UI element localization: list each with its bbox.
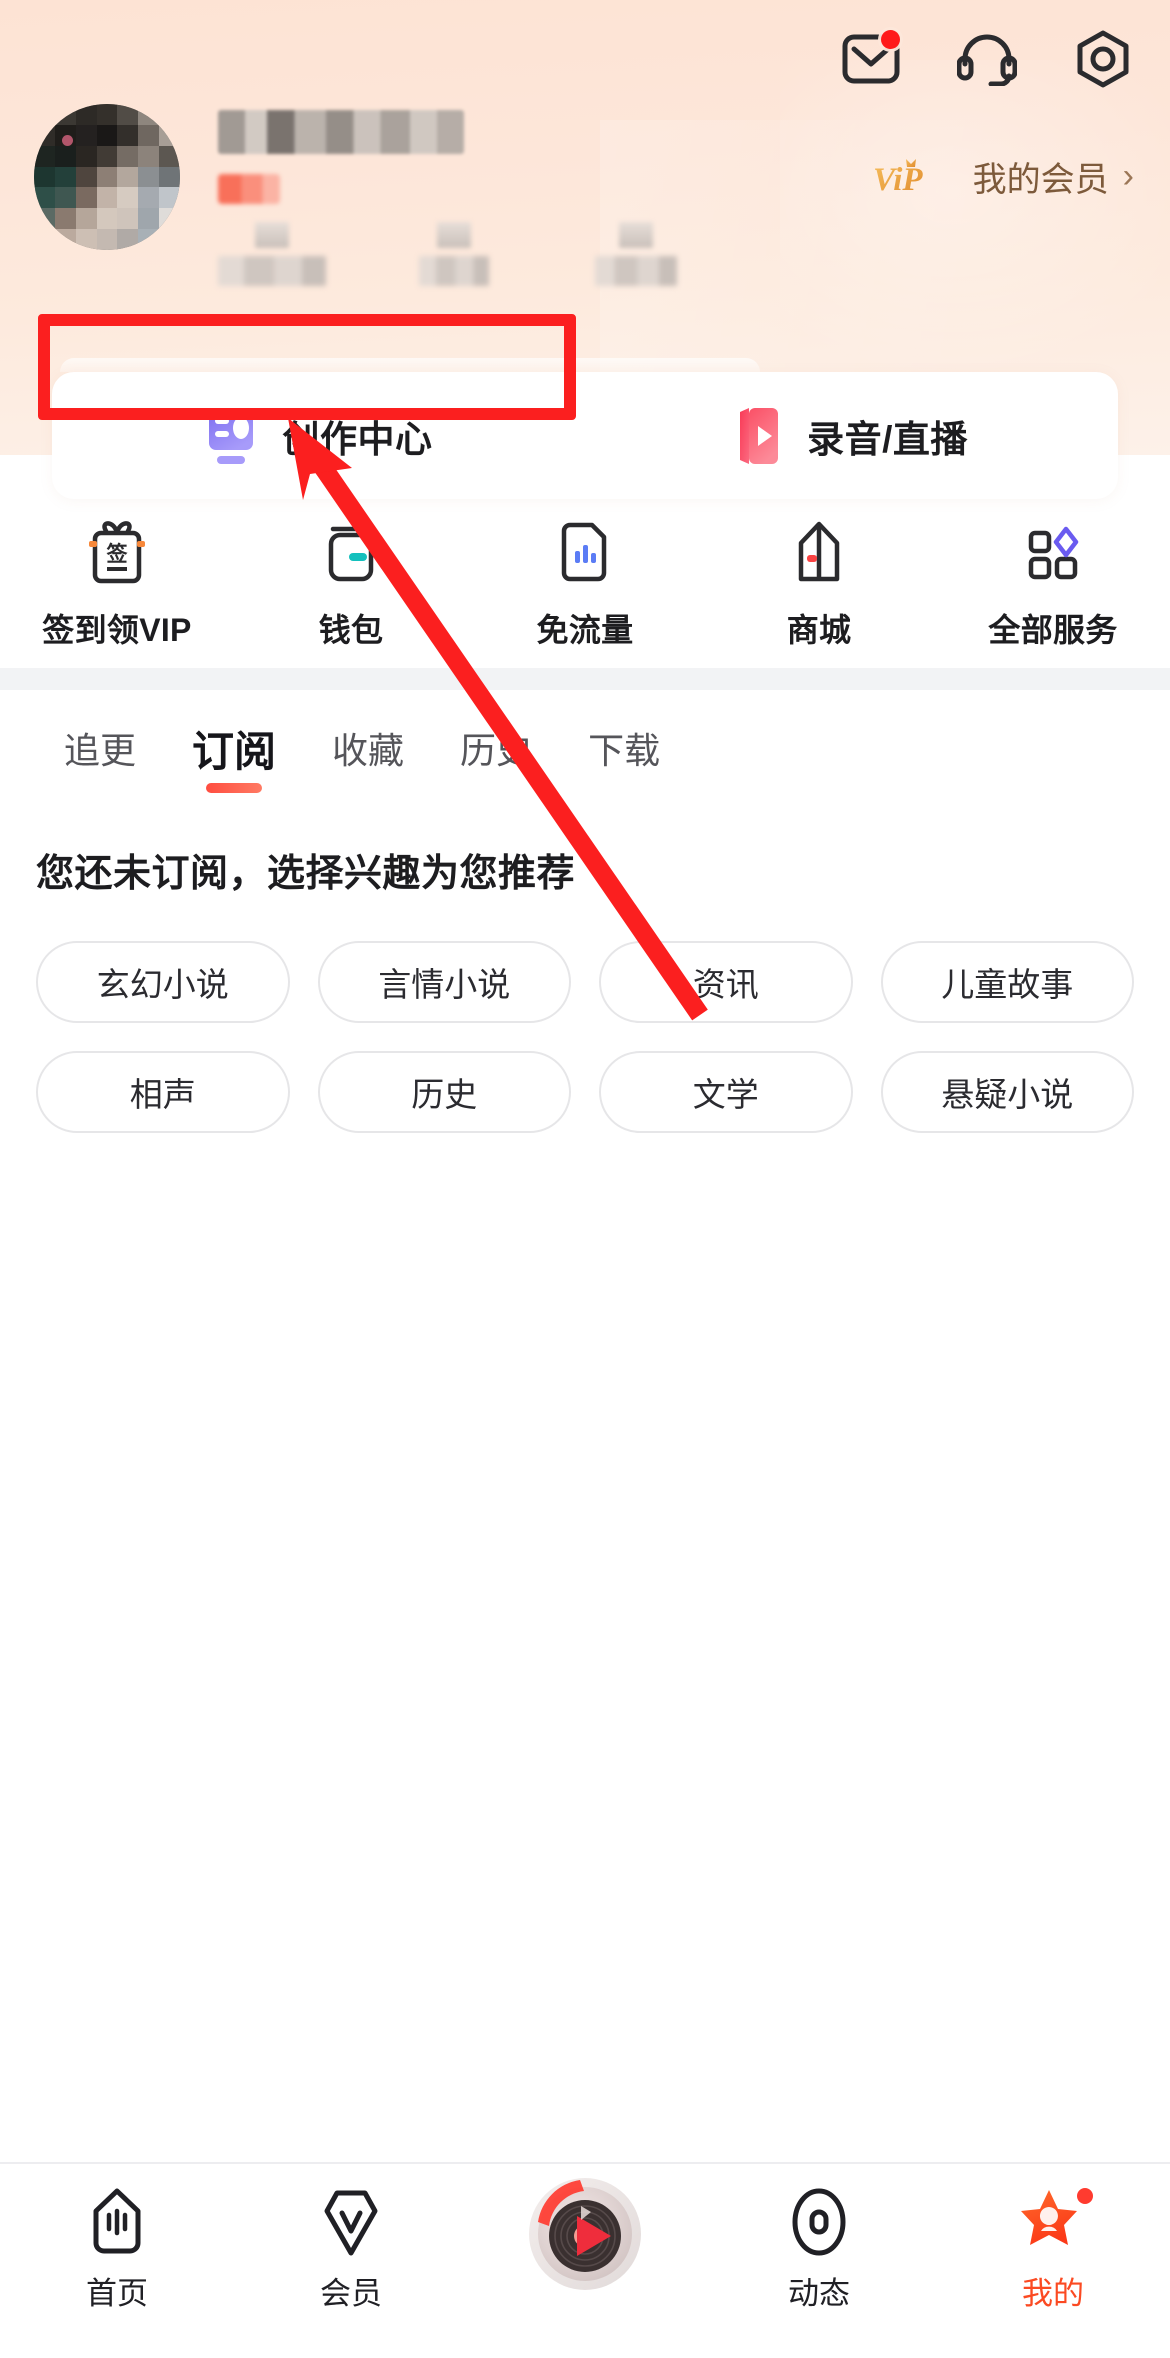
nav-item-profile[interactable]: 我的 xyxy=(936,2186,1170,2313)
service-label: 全部服务 xyxy=(988,612,1118,648)
profile-stat[interactable] xyxy=(218,222,326,286)
stat-label-redacted xyxy=(419,256,489,286)
header-sheen xyxy=(780,60,1170,390)
subscription-empty-state: 您还未订阅，选择兴趣为您推荐 玄幻小说 言情小说 资讯 儿童故事 相声 历史 文… xyxy=(0,806,1170,1133)
vip-chevron-icon: › xyxy=(1122,157,1134,195)
settings-icon[interactable] xyxy=(1072,28,1134,90)
profile-stat[interactable] xyxy=(400,222,508,286)
vip-member-label: 我的会员 xyxy=(972,161,1109,199)
vip-logo-icon: ViP xyxy=(873,158,923,198)
mail-icon[interactable] xyxy=(840,28,902,90)
tab-history[interactable]: 历史 xyxy=(432,722,560,774)
service-all-services[interactable]: 全部服务 xyxy=(936,519,1170,651)
service-grid: 签 签到领VIP 钱包 免流量 商城 全部服务 xyxy=(0,499,1170,668)
tab-subscriptions[interactable]: 订阅 xyxy=(164,718,304,793)
nav-item-dynamic[interactable]: 动态 xyxy=(702,2186,936,2313)
creation-center-label: 创作中心 xyxy=(282,418,433,460)
creation-center-icon xyxy=(208,407,253,464)
avatar[interactable] xyxy=(34,104,180,250)
interest-tag[interactable]: 儿童故事 xyxy=(880,941,1134,1023)
interest-tag[interactable]: 历史 xyxy=(317,1051,571,1133)
service-label: 商城 xyxy=(786,612,852,648)
all-services-icon xyxy=(1023,519,1083,585)
profile-info xyxy=(218,104,690,286)
profile-stat[interactable] xyxy=(582,222,690,286)
tab-label: 历史 xyxy=(460,730,533,771)
mail-unread-badge xyxy=(881,30,900,49)
record-live-icon xyxy=(740,407,779,464)
stat-label-redacted xyxy=(218,256,326,286)
profile-block[interactable] xyxy=(34,104,690,286)
card-stack-edge xyxy=(60,358,760,372)
nav-label: 动态 xyxy=(788,2276,850,2311)
service-free-data[interactable]: 免流量 xyxy=(468,519,702,651)
interest-tag-grid: 玄幻小说 言情小说 资讯 儿童故事 相声 历史 文学 悬疑小说 xyxy=(36,941,1134,1133)
avatar-accent-dot xyxy=(61,134,73,146)
tab-label: 订阅 xyxy=(192,727,277,775)
service-label: 签到领VIP xyxy=(42,612,192,648)
service-label: 免流量 xyxy=(536,612,634,648)
stat-value-redacted xyxy=(437,222,471,248)
svg-text:签: 签 xyxy=(106,542,129,566)
tab-favorites[interactable]: 收藏 xyxy=(304,722,432,774)
stat-value-redacted xyxy=(255,222,289,248)
tab-label: 追更 xyxy=(64,730,137,771)
interest-tag[interactable]: 玄幻小说 xyxy=(36,941,290,1023)
profile-notification-badge xyxy=(1077,2188,1093,2204)
service-shop[interactable]: 商城 xyxy=(702,519,936,651)
play-disc-icon[interactable] xyxy=(525,2174,645,2294)
interest-tag[interactable]: 悬疑小说 xyxy=(880,1051,1134,1133)
headset-icon[interactable] xyxy=(956,28,1018,90)
record-live-entry[interactable]: 录音/直播 xyxy=(585,372,1118,499)
content-tab-bar: 追更 订阅 收藏 历史 下载 xyxy=(0,690,1170,806)
nav-item-member[interactable]: 会员 xyxy=(234,2186,468,2313)
service-label: 钱包 xyxy=(318,612,384,648)
nav-label: 首页 xyxy=(86,2276,148,2311)
tab-followed-updates[interactable]: 追更 xyxy=(36,722,164,774)
entry-card: 创作中心 录音/直播 xyxy=(52,372,1118,499)
vip-member-icon xyxy=(320,2186,382,2260)
vip-member-link[interactable]: ViP 我的会员 › xyxy=(873,152,1134,201)
empty-state-title: 您还未订阅，选择兴趣为您推荐 xyxy=(36,853,576,895)
interest-tag[interactable]: 言情小说 xyxy=(317,941,571,1023)
sign-in-gift-icon: 签 xyxy=(86,519,148,585)
stat-value-redacted xyxy=(619,222,653,248)
svg-text:ViP: ViP xyxy=(873,162,923,198)
user-badge-redacted xyxy=(218,174,280,204)
nav-item-player[interactable] xyxy=(468,2178,702,2294)
interest-tag[interactable]: 文学 xyxy=(599,1051,853,1133)
service-sign-in-gift[interactable]: 签 签到领VIP xyxy=(0,519,234,651)
tab-active-indicator xyxy=(206,782,263,793)
username-redacted xyxy=(218,110,464,154)
header-icon-row xyxy=(840,28,1134,90)
section-divider xyxy=(0,668,1170,690)
home-icon xyxy=(86,2186,148,2260)
shop-icon xyxy=(791,519,847,585)
tab-label: 下载 xyxy=(588,730,661,771)
tab-label: 收藏 xyxy=(332,730,405,771)
record-live-label: 录音/直播 xyxy=(807,418,968,460)
nav-label: 我的 xyxy=(1022,2276,1084,2311)
nav-label: 会员 xyxy=(320,2276,382,2311)
service-wallet[interactable]: 钱包 xyxy=(234,519,468,651)
avatar-mosaic xyxy=(34,104,180,250)
wallet-icon xyxy=(323,519,379,585)
interest-tag[interactable]: 资讯 xyxy=(599,941,853,1023)
nav-item-home[interactable]: 首页 xyxy=(0,2186,234,2313)
stat-label-redacted xyxy=(595,256,677,286)
profile-stats-row xyxy=(218,222,690,286)
dynamic-icon xyxy=(788,2186,850,2260)
bottom-navigation-bar: 首页 会员 动态 我的 xyxy=(0,2162,1170,2358)
creation-center-entry[interactable]: 创作中心 xyxy=(52,372,585,499)
free-data-icon xyxy=(558,519,612,585)
tab-downloads[interactable]: 下载 xyxy=(560,722,688,774)
interest-tag[interactable]: 相声 xyxy=(36,1051,290,1133)
